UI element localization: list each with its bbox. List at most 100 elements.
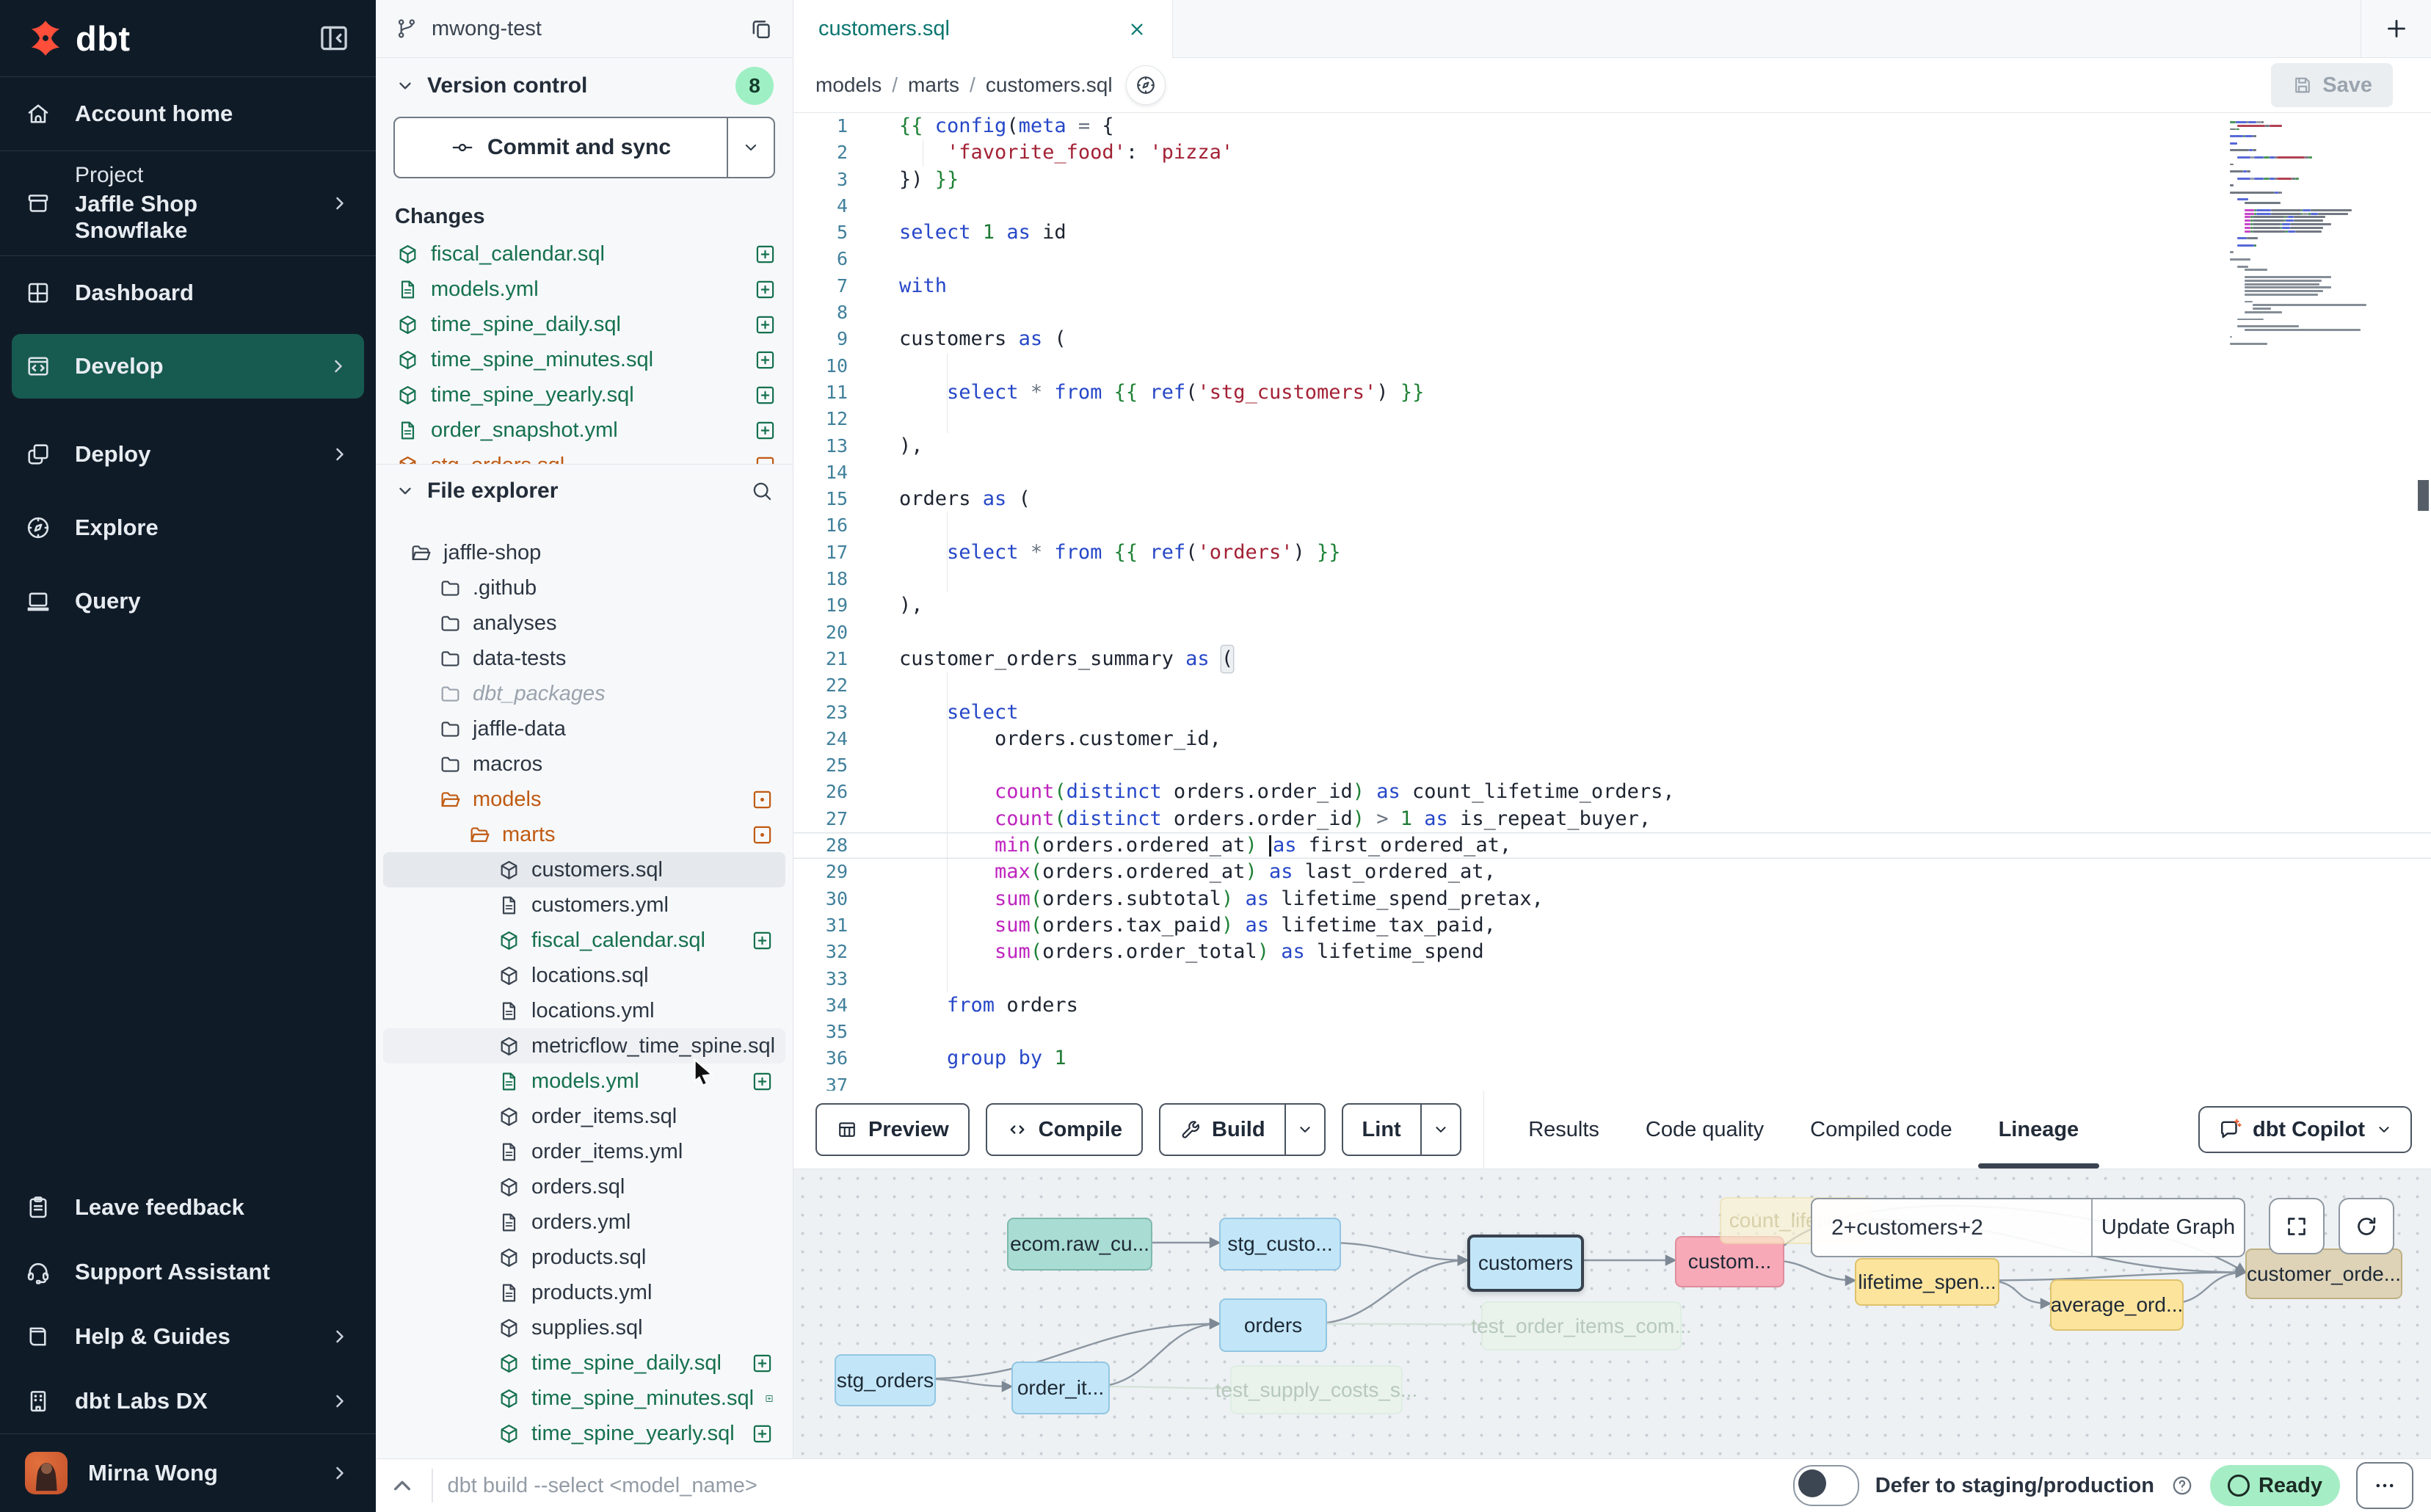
lineage-fullscreen-button[interactable] (2269, 1198, 2325, 1254)
lineage-node-customer_orders[interactable]: customer_orde... (2245, 1249, 2402, 1299)
lineage-node-average_order[interactable]: average_ord... (2050, 1279, 2184, 1331)
build-options-button[interactable] (1284, 1105, 1324, 1155)
tree-item[interactable]: metricflow_time_spine.sql (383, 1028, 785, 1064)
sidebar-item-project[interactable]: ProjectJaffle Shop Snowflake (0, 151, 376, 255)
dbt-copilot-button[interactable]: dbt Copilot (2198, 1106, 2412, 1153)
sidebar-item-help-guides[interactable]: Help & Guides (0, 1304, 376, 1369)
breadcrumb-item[interactable]: models (815, 73, 882, 97)
dbt-command-input[interactable]: dbt build --select <model_name> (448, 1474, 757, 1498)
change-row[interactable]: time_spine_yearly.sql (376, 377, 793, 412)
code-editor[interactable]: 1{{ config(meta = {2 'favorite_food': 'p… (793, 113, 2431, 1091)
tree-item[interactable]: macros (383, 746, 785, 782)
tree-item[interactable]: locations.sql (383, 958, 785, 993)
tree-item[interactable]: order_items.yml (383, 1134, 785, 1169)
sidebar-item-develop[interactable]: Develop (12, 334, 364, 399)
version-control-header[interactable]: Version control 8 (376, 58, 793, 114)
change-row[interactable]: fiscal_calendar.sql (376, 236, 793, 272)
tree-item[interactable]: customers.yml (383, 887, 785, 923)
stage-file-button[interactable] (754, 384, 777, 407)
change-row[interactable]: models.yml (376, 272, 793, 307)
user-menu[interactable]: Mirna Wong (0, 1433, 376, 1512)
lineage-node-order_items[interactable]: order_it... (1011, 1362, 1110, 1414)
tree-item[interactable]: time_spine_minutes.sql (383, 1381, 785, 1416)
save-button[interactable]: Save (2271, 63, 2393, 107)
sidebar-item-support-assistant[interactable]: Support Assistant (0, 1240, 376, 1304)
stage-file-button[interactable] (751, 824, 774, 846)
editor-scrollbar-thumb[interactable] (2418, 480, 2429, 511)
preview-button[interactable]: Preview (815, 1103, 970, 1156)
stage-file-button[interactable] (765, 1387, 774, 1410)
build-button[interactable]: Build (1159, 1103, 1326, 1156)
tree-item[interactable]: products.yml (383, 1275, 785, 1310)
lineage-node-test_order_items[interactable]: test_order_items_com... (1481, 1301, 1682, 1351)
tree-item[interactable]: jaffle-data (383, 711, 785, 746)
tree-item[interactable]: models (383, 782, 785, 817)
file-explorer-header[interactable]: File explorer (376, 464, 793, 517)
commit-and-sync-button[interactable]: Commit and sync (393, 117, 775, 178)
change-row[interactable]: time_spine_daily.sql (376, 307, 793, 342)
copy-icon[interactable] (749, 16, 774, 41)
lineage-refresh-button[interactable] (2339, 1198, 2394, 1254)
lineage-selector-input[interactable]: 2+customers+2 (1812, 1199, 2091, 1256)
lineage-node-customers[interactable]: customers (1467, 1235, 1584, 1292)
update-graph-button[interactable]: Update Graph (2091, 1199, 2244, 1256)
sidebar-item-dbt-labs-dx[interactable]: dbt Labs DX (0, 1369, 376, 1433)
tree-item[interactable]: time_spine_daily.sql (383, 1345, 785, 1381)
tree-item[interactable]: jaffle-shop (383, 535, 785, 570)
stage-file-button[interactable] (754, 349, 777, 371)
close-icon[interactable] (1127, 19, 1147, 40)
tree-item[interactable]: analyses (383, 606, 785, 641)
sidebar-item-dashboard[interactable]: Dashboard (0, 256, 376, 330)
tree-item[interactable]: models.yml (383, 1064, 785, 1099)
change-row[interactable]: time_spine_minutes.sql (376, 342, 793, 377)
stage-file-button[interactable] (751, 929, 774, 952)
tab-code-quality[interactable]: Code quality (1646, 1091, 1764, 1168)
sidebar-item-query[interactable]: Query (0, 564, 376, 638)
tree-item[interactable]: orders.sql (383, 1169, 785, 1204)
defer-toggle[interactable] (1793, 1465, 1859, 1506)
lineage-node-stg_orders[interactable]: stg_orders (835, 1354, 936, 1406)
breadcrumb-item[interactable]: customers.sql (986, 73, 1113, 97)
stage-file-button[interactable] (751, 1070, 774, 1093)
explore-lineage-button[interactable] (1126, 65, 1166, 105)
tree-item[interactable]: marts (383, 817, 785, 852)
tree-item[interactable]: dbt_packages (383, 676, 785, 711)
compile-button[interactable]: Compile (986, 1103, 1143, 1156)
lineage-node-ecom_raw[interactable]: ecom.raw_cu... (1007, 1218, 1152, 1271)
new-tab-button[interactable] (2361, 0, 2431, 57)
minimap[interactable] (2230, 120, 2406, 346)
stage-file-button[interactable] (754, 454, 777, 465)
stage-file-button[interactable] (751, 1352, 774, 1375)
tab-lineage[interactable]: Lineage (1999, 1091, 2079, 1168)
tree-item[interactable]: customers.sql (383, 852, 785, 887)
sidebar-item-leave-feedback[interactable]: Leave feedback (0, 1175, 376, 1240)
change-row[interactable]: stg_orders.sql (376, 448, 793, 464)
tree-item[interactable]: supplies.sql (383, 1310, 785, 1345)
lineage-node-stg_customers[interactable]: stg_custo... (1219, 1218, 1341, 1271)
tree-item[interactable]: order_items.sql (383, 1099, 785, 1134)
breadcrumb-item[interactable]: marts (908, 73, 959, 97)
lint-options-button[interactable] (1420, 1105, 1460, 1155)
sidebar-item-deploy[interactable]: Deploy (0, 418, 376, 491)
tab-customers-sql[interactable]: customers.sql (793, 0, 1173, 59)
tree-item[interactable]: orders.yml (383, 1204, 785, 1240)
sidebar-item-account-home[interactable]: Account home (0, 77, 376, 150)
help-circle-icon[interactable] (2170, 1474, 2194, 1497)
lineage-node-orders[interactable]: orders (1219, 1298, 1327, 1352)
stage-file-button[interactable] (754, 313, 777, 336)
tree-item[interactable]: fiscal_calendar.sql (383, 923, 785, 958)
tree-item[interactable]: time_spine_yearly.sql (383, 1416, 785, 1451)
tree-item[interactable]: products.sql (383, 1240, 785, 1275)
tree-item[interactable]: .github (383, 570, 785, 606)
tab-compiled-code[interactable]: Compiled code (1810, 1091, 1952, 1168)
lint-button[interactable]: Lint (1342, 1103, 1461, 1156)
search-icon[interactable] (750, 479, 774, 503)
tab-results[interactable]: Results (1528, 1091, 1599, 1168)
commit-options-button[interactable] (727, 118, 774, 177)
stage-file-button[interactable] (754, 243, 777, 266)
sidebar-item-explore[interactable]: Explore (0, 491, 376, 564)
lineage-node-test_supply[interactable]: test_supply_costs_s... (1230, 1365, 1403, 1414)
stage-file-button[interactable] (754, 419, 777, 442)
sidebar-collapse-button[interactable] (317, 21, 351, 55)
tree-item[interactable]: locations.yml (383, 993, 785, 1028)
